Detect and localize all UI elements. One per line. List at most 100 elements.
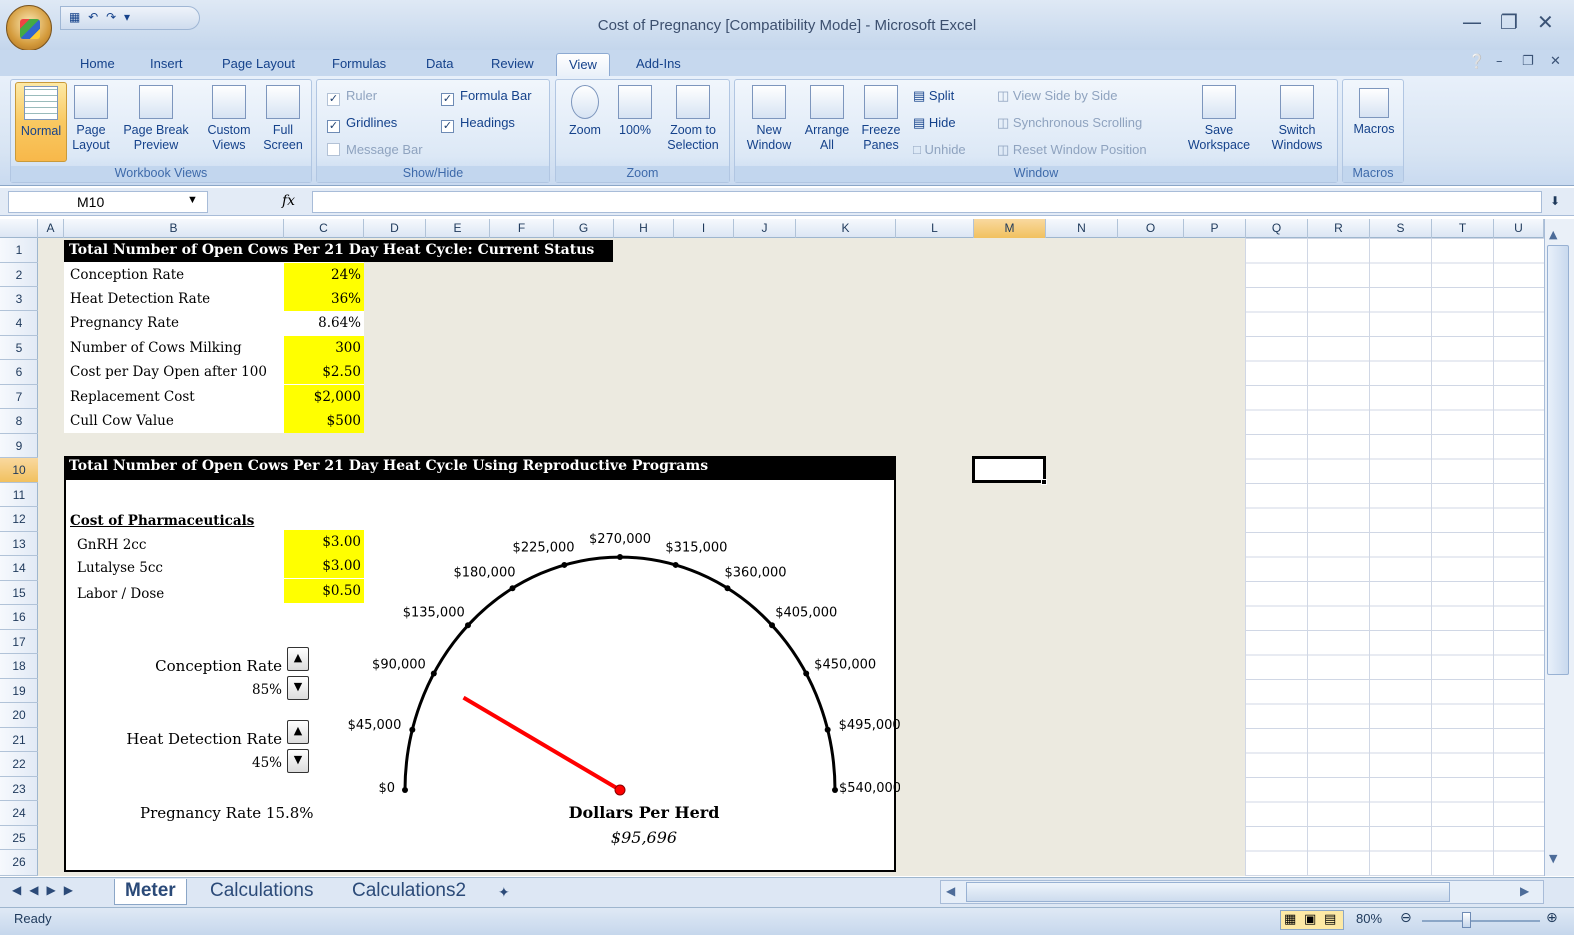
column-header[interactable]: R <box>1308 219 1370 238</box>
last-sheet-icon[interactable]: ▶ <box>64 883 81 897</box>
tab-formulas[interactable]: Formulas <box>332 53 386 77</box>
row-header[interactable]: 2 <box>0 263 38 287</box>
column-header[interactable]: L <box>896 219 974 238</box>
normal-view-button[interactable]: Normal <box>15 82 67 162</box>
tab-view[interactable]: View <box>556 53 610 77</box>
page-layout-view-icon[interactable]: ▣ <box>1304 912 1316 927</box>
status-value[interactable]: 24% <box>284 263 364 287</box>
status-value[interactable]: 300 <box>284 336 364 360</box>
row-header[interactable]: 6 <box>0 360 38 385</box>
row-header[interactable]: 18 <box>0 654 38 679</box>
expand-formula-bar-icon[interactable]: ⬇ <box>1550 194 1560 208</box>
insert-sheet-icon[interactable]: ✦ <box>498 883 510 909</box>
zoom-to-selection-button[interactable]: Zoom to Selection <box>660 85 726 153</box>
sheet-tab-calculations2[interactable]: Calculations2 <box>352 879 466 905</box>
gridlines-checkbox[interactable]: ✓ Gridlines <box>327 115 397 133</box>
workbook-close-icon[interactable]: ✕ <box>1550 54 1561 69</box>
status-value[interactable]: $2.50 <box>284 360 364 384</box>
headings-checkbox[interactable]: ✓ Headings <box>441 115 515 133</box>
column-header[interactable]: J <box>734 219 796 238</box>
row-header[interactable]: 3 <box>0 287 38 311</box>
help-icon[interactable]: ❔ <box>1468 54 1485 70</box>
formula-input[interactable] <box>312 191 1542 213</box>
save-workspace-button[interactable]: Save Workspace <box>1183 85 1255 153</box>
row-header[interactable]: 7 <box>0 385 38 409</box>
scroll-up-icon[interactable]: ▲ <box>1549 228 1557 241</box>
column-header[interactable]: Q <box>1246 219 1308 238</box>
row-header[interactable]: 19 <box>0 679 38 703</box>
column-header[interactable]: O <box>1118 219 1184 238</box>
column-header[interactable]: B <box>64 219 284 238</box>
split-button[interactable]: ▤ Split <box>913 88 954 104</box>
row-header[interactable]: 13 <box>0 532 38 556</box>
row-header[interactable]: 17 <box>0 630 38 654</box>
column-header[interactable]: N <box>1046 219 1118 238</box>
macros-button[interactable]: Macros <box>1347 88 1401 137</box>
column-header[interactable]: S <box>1370 219 1432 238</box>
name-box[interactable]: M10 ▼ <box>8 191 208 213</box>
row-header[interactable]: 1 <box>0 238 38 263</box>
tab-insert[interactable]: Insert <box>150 53 183 77</box>
row-header[interactable]: 25 <box>0 826 38 850</box>
full-screen-button[interactable]: Full Screen <box>257 85 309 153</box>
tab-home[interactable]: Home <box>80 53 115 77</box>
zoom-level[interactable]: 80% <box>1356 911 1382 926</box>
row-header[interactable]: 8 <box>0 409 38 434</box>
message-bar-checkbox[interactable]: Message Bar <box>327 142 423 157</box>
row-header[interactable]: 22 <box>0 752 38 777</box>
conception-up-button[interactable]: ▲ <box>287 647 309 671</box>
column-header[interactable]: G <box>554 219 614 238</box>
insert-function-icon[interactable]: fx <box>282 193 295 209</box>
status-value[interactable]: 36% <box>284 287 364 311</box>
column-header[interactable]: K <box>796 219 896 238</box>
ruler-checkbox[interactable]: ✓ Ruler <box>327 88 377 106</box>
row-header[interactable]: 11 <box>0 483 38 507</box>
column-header[interactable]: C <box>284 219 364 238</box>
zoom-out-icon[interactable]: ⊖ <box>1400 910 1412 926</box>
row-header[interactable]: 15 <box>0 581 38 605</box>
page-break-preview-button[interactable]: Page Break Preview <box>117 85 195 153</box>
vertical-scroll-thumb[interactable] <box>1547 245 1569 675</box>
row-header[interactable]: 14 <box>0 556 38 581</box>
next-sheet-icon[interactable]: ▶ <box>46 883 63 897</box>
unhide-button[interactable]: □ Unhide <box>913 142 966 157</box>
scroll-left-icon[interactable]: ◀ <box>946 884 955 898</box>
tab-review[interactable]: Review <box>491 53 534 77</box>
hide-button[interactable]: ▤ Hide <box>913 115 956 131</box>
row-header-selected[interactable]: 10 <box>0 458 38 483</box>
status-value[interactable]: $500 <box>284 409 364 433</box>
tab-page-layout[interactable]: Page Layout <box>222 53 295 77</box>
column-header[interactable]: H <box>614 219 674 238</box>
column-header-selected[interactable]: M <box>974 219 1046 238</box>
zoom-in-icon[interactable]: ⊕ <box>1546 910 1558 926</box>
new-window-button[interactable]: New Window <box>739 85 799 153</box>
row-header[interactable]: 5 <box>0 336 38 360</box>
normal-view-icon[interactable]: ▦ <box>1284 912 1296 927</box>
row-header[interactable]: 20 <box>0 703 38 728</box>
row-header[interactable]: 26 <box>0 850 38 876</box>
zoom-100-button[interactable]: 100% <box>614 85 656 138</box>
sheet-tab-meter[interactable]: Meter <box>114 879 187 905</box>
page-break-view-icon[interactable]: ▤ <box>1324 912 1336 927</box>
row-header[interactable]: 4 <box>0 311 38 336</box>
row-header[interactable]: 23 <box>0 777 38 801</box>
reset-window-position-button[interactable]: ◫ Reset Window Position <box>997 142 1147 158</box>
gridlines-area[interactable] <box>1245 238 1544 876</box>
switch-windows-button[interactable]: Switch Windows <box>1259 85 1335 153</box>
view-side-by-side-button[interactable]: ◫ View Side by Side <box>997 88 1117 104</box>
restore-icon[interactable]: ❐ <box>1500 10 1518 34</box>
column-header[interactable]: D <box>364 219 426 238</box>
row-header[interactable]: 16 <box>0 605 38 630</box>
arrange-all-button[interactable]: Arrange All <box>799 85 855 153</box>
name-box-dropdown-icon[interactable]: ▼ <box>187 194 198 206</box>
column-header[interactable]: F <box>490 219 554 238</box>
zoom-slider-thumb[interactable] <box>1462 912 1471 928</box>
column-header[interactable]: E <box>426 219 490 238</box>
zoom-button[interactable]: Zoom <box>560 85 610 138</box>
close-icon[interactable]: ✕ <box>1537 10 1554 34</box>
custom-views-button[interactable]: Custom Views <box>203 85 255 153</box>
column-header[interactable]: P <box>1184 219 1246 238</box>
conception-down-button[interactable]: ▼ <box>287 676 309 700</box>
page-layout-button[interactable]: Page Layout <box>69 85 113 153</box>
selected-cell-m10[interactable] <box>972 456 1046 483</box>
